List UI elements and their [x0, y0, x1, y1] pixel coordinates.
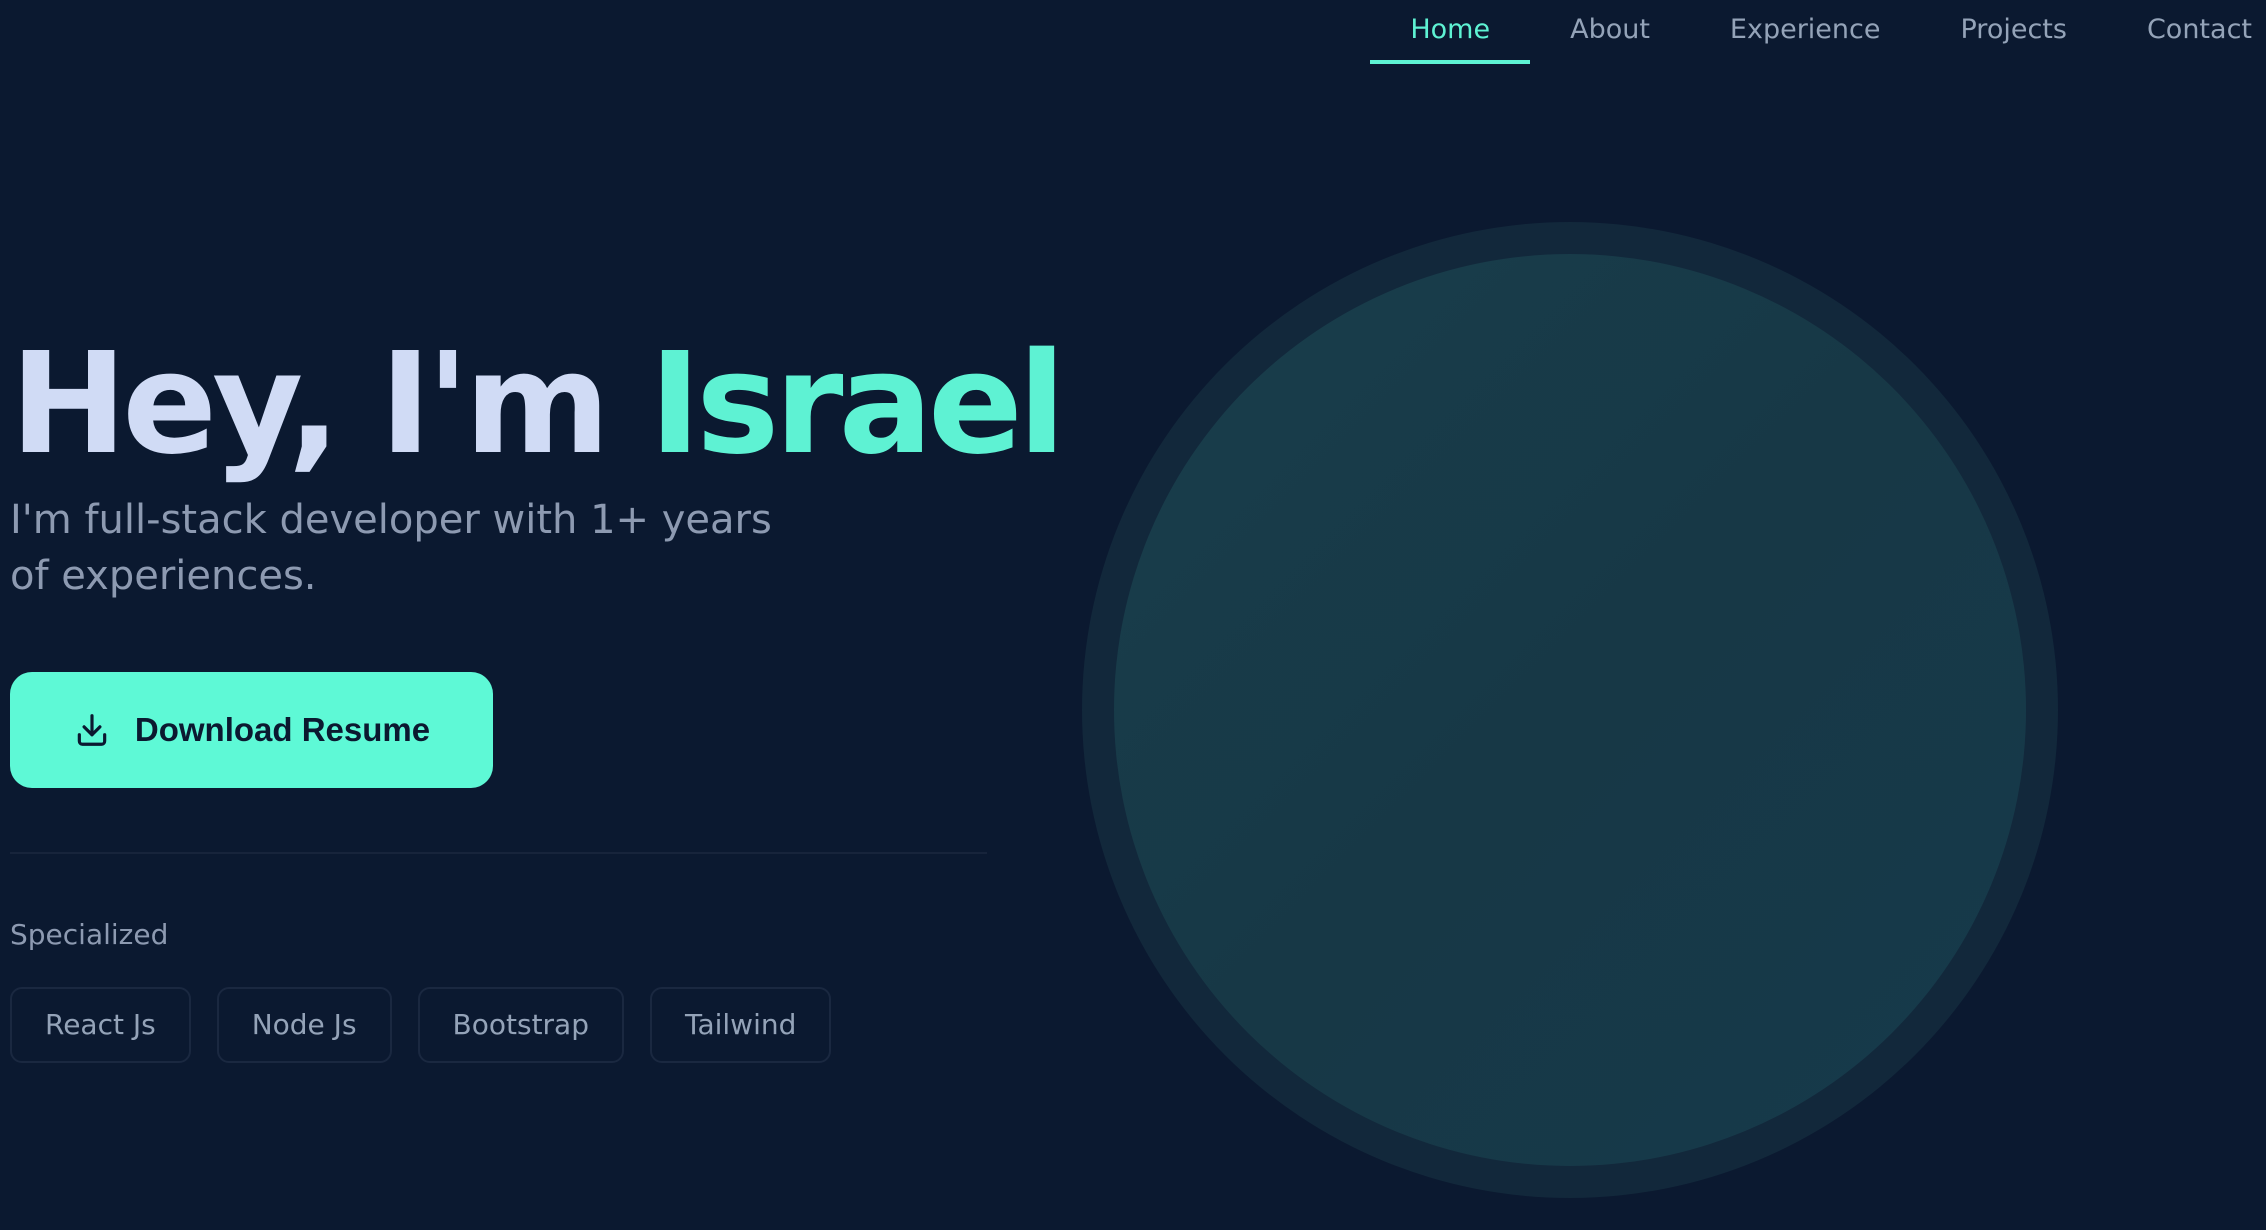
hero-title: Hey, I'm Israel [10, 330, 1066, 480]
nav-item-about[interactable]: About [1530, 0, 1690, 66]
hero-section: Hey, I'm Israel I'm full-stack developer… [10, 330, 1066, 1063]
hero-title-prefix: Hey, I'm [10, 323, 650, 486]
top-nav: Home About Experience Projects Contact [1370, 0, 2266, 66]
hero-subtitle: I'm full-stack developer with 1+ years o… [10, 497, 772, 599]
skill-chip-react: React Js [10, 987, 191, 1063]
nav-item-experience[interactable]: Experience [1690, 0, 1921, 66]
nav-item-home[interactable]: Home [1370, 0, 1530, 66]
specialized-label: Specialized [10, 918, 169, 951]
skills-list: React Js Node Js Bootstrap Tailwind [10, 987, 990, 1063]
download-resume-button[interactable]: Download Resume [10, 672, 493, 788]
page: Home About Experience Projects Contact H… [0, 0, 2266, 1230]
nav-item-projects[interactable]: Projects [1921, 0, 2107, 66]
download-resume-label: Download Resume [134, 711, 431, 748]
divider [10, 852, 987, 854]
profile-image-frame [1082, 222, 2058, 1198]
profile-image [1114, 254, 2026, 1166]
hero-title-name: Israel [649, 323, 1066, 486]
nav-item-contact[interactable]: Contact [2107, 0, 2266, 66]
skill-chip-bootstrap: Bootstrap [417, 987, 624, 1063]
download-icon [73, 711, 111, 749]
skill-chip-tailwind: Tailwind [650, 987, 832, 1063]
skill-chip-node: Node Js [216, 987, 392, 1063]
